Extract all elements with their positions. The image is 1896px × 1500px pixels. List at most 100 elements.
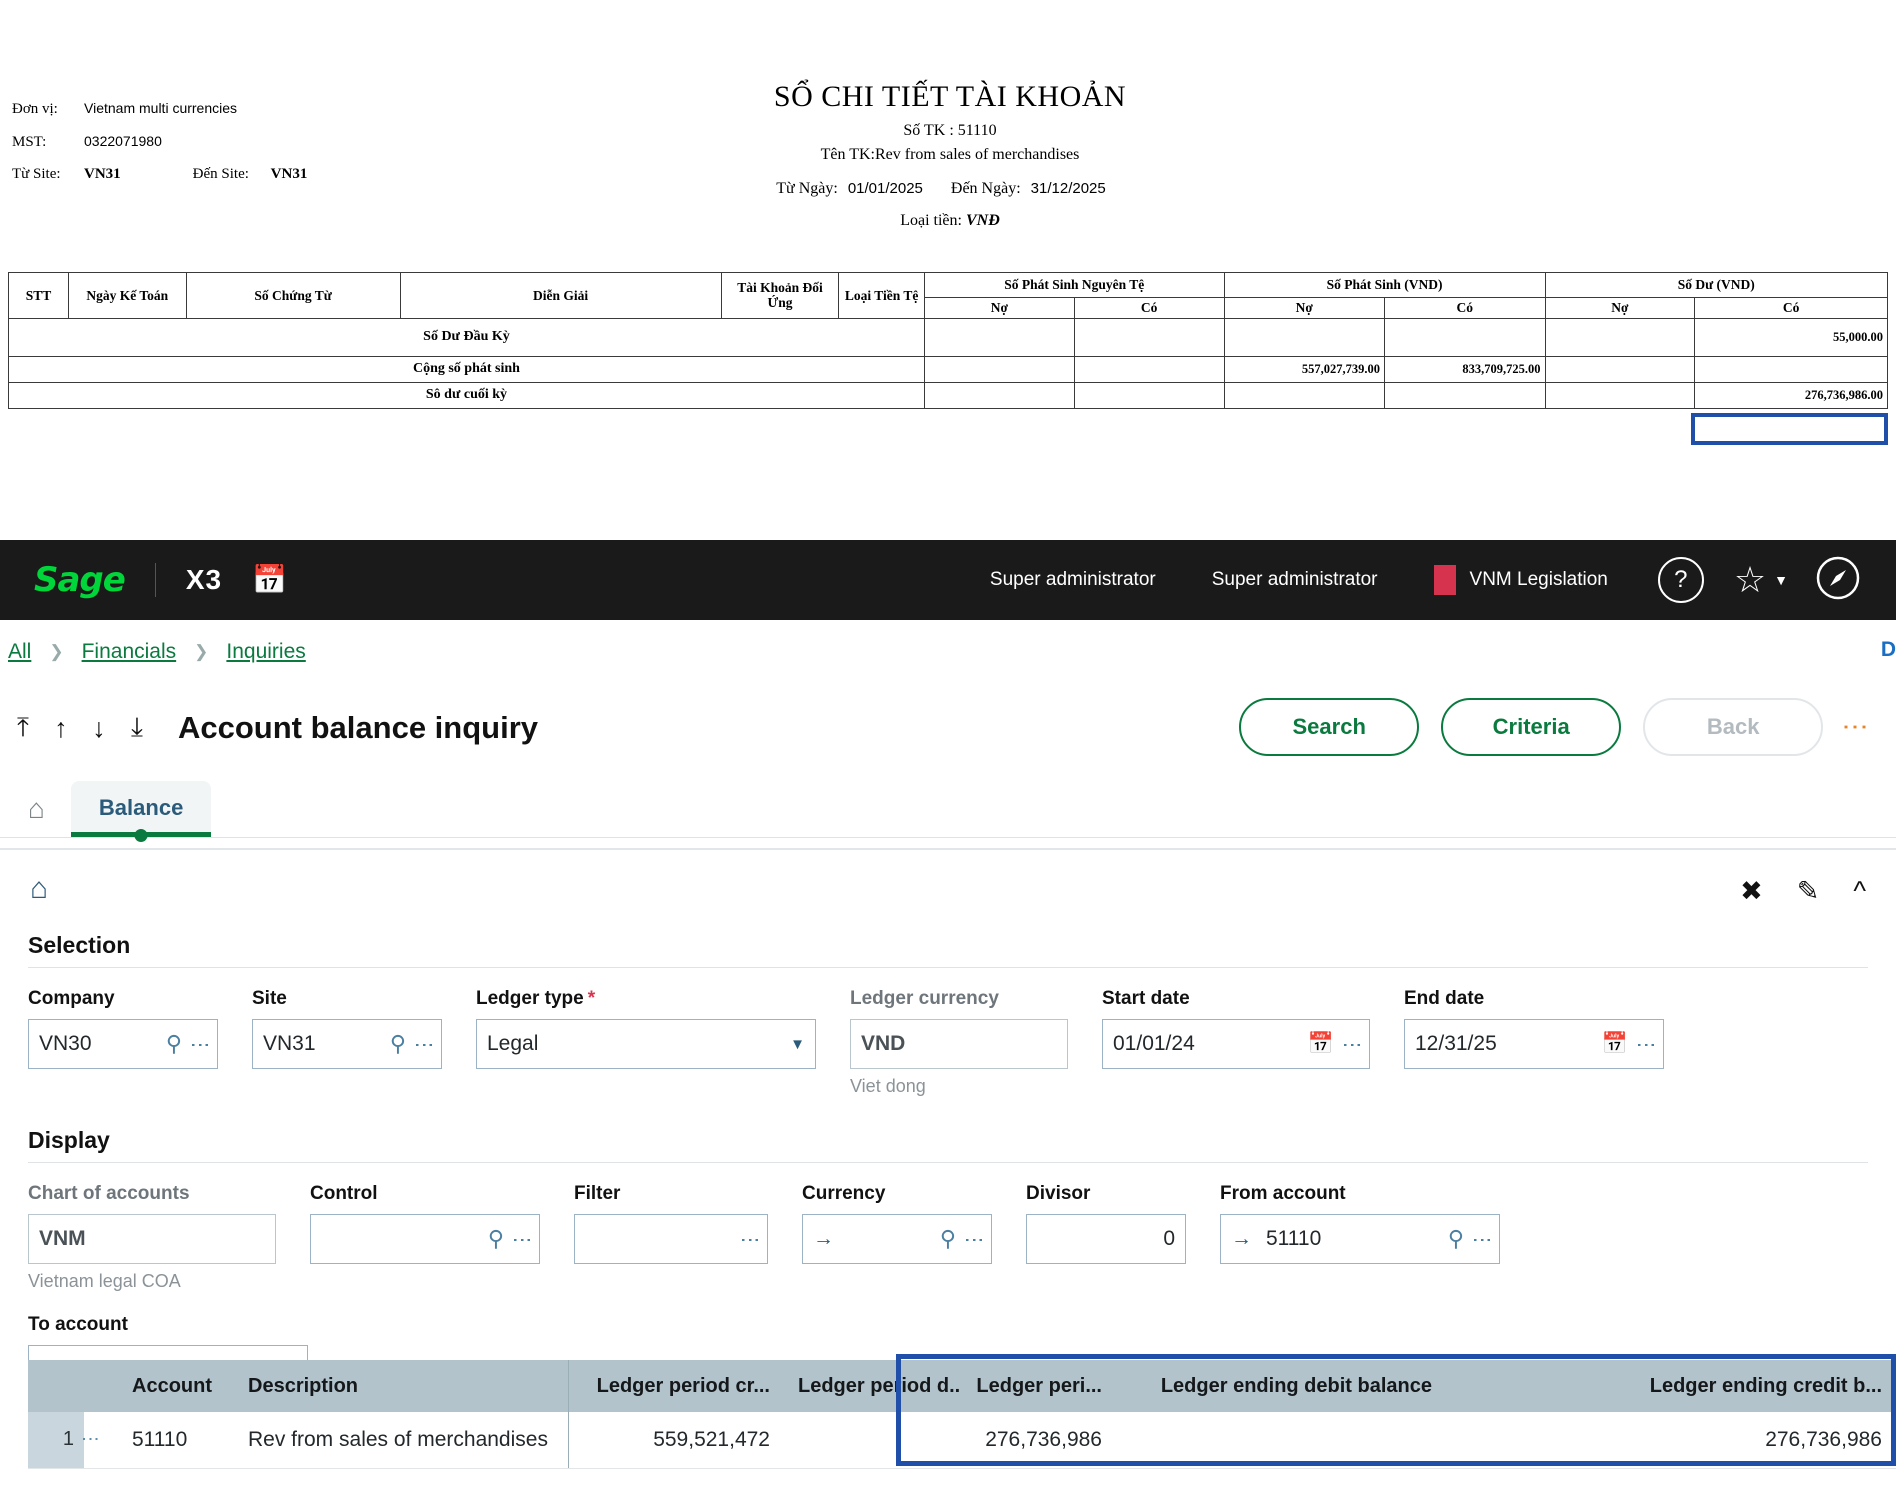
- report-col-orig-credit: Có: [1073, 297, 1225, 319]
- report-cell-bal-debit: [1544, 381, 1696, 409]
- report-col-currency-type: Loại Tiền Tệ: [838, 272, 925, 319]
- end-date-input[interactable]: 12/31/25 📅 ⋮: [1404, 1019, 1664, 1069]
- table-row[interactable]: 1 ⋮ 51110 Rev from sales of merchandises…: [28, 1412, 1896, 1469]
- help-icon[interactable]: ?: [1657, 557, 1704, 603]
- field-site: Site VN31 ⚲ ⋮: [252, 988, 442, 1069]
- end-date-value: 12/31/25: [1415, 1032, 1497, 1055]
- currency-input[interactable]: → ⚲ ⋮: [802, 1214, 992, 1264]
- report-cell-orig-credit: [1073, 355, 1225, 383]
- report-meta-block: Đơn vị: Vietnam multi currencies MST: 03…: [12, 100, 307, 199]
- site-label: Site: [252, 988, 287, 1009]
- calendar-icon[interactable]: 📅: [1602, 1032, 1628, 1056]
- tab-balance[interactable]: Balance: [70, 781, 212, 842]
- nav-last-icon[interactable]: ⤓: [118, 712, 156, 744]
- arrow-right-icon: →: [813, 1227, 834, 1250]
- pin-icon[interactable]: ✖: [1740, 876, 1763, 907]
- currency-menu-icon[interactable]: ⋮: [963, 1230, 985, 1248]
- criteria-button[interactable]: Criteria: [1441, 698, 1622, 756]
- from-account-menu-icon[interactable]: ⋮: [1471, 1230, 1493, 1248]
- more-actions-icon[interactable]: ⋮: [1841, 714, 1871, 740]
- search-icon[interactable]: ⚲: [940, 1226, 956, 1252]
- results-col-ledger-period-balance[interactable]: Ledger peri...: [960, 1360, 1116, 1412]
- report-title-block: SỔ CHI TIẾT TÀI KHOẢN Số TK : 51110 Tên …: [600, 80, 1300, 230]
- report-row-label: Số Dư Đầu Kỳ: [8, 317, 925, 357]
- favorites-star-icon[interactable]: ☆: [1734, 562, 1766, 598]
- report-unit-value: Vietnam multi currencies: [84, 100, 238, 116]
- field-currency: Currency → ⚲ ⋮: [802, 1183, 992, 1264]
- report-row-label: Sô dư cuối kỳ: [8, 381, 925, 409]
- report-row-closing-balance: Sô dư cuối kỳ 276,736,986.00: [8, 381, 1888, 409]
- company-menu-icon[interactable]: ⋮: [189, 1035, 211, 1053]
- breadcrumb-item-inquiries[interactable]: Inquiries: [220, 640, 311, 664]
- results-col-ledger-ending-debit[interactable]: Ledger ending debit balance: [1116, 1360, 1446, 1412]
- filter-menu-icon[interactable]: ⋮: [739, 1230, 761, 1248]
- compass-icon[interactable]: [1814, 554, 1862, 607]
- search-button[interactable]: Search: [1239, 698, 1420, 756]
- site-input[interactable]: VN31 ⚲ ⋮: [252, 1019, 442, 1069]
- control-menu-icon[interactable]: ⋮: [511, 1230, 533, 1248]
- chart-of-accounts-input: VNM: [28, 1214, 276, 1264]
- calendar-icon[interactable]: 📅: [1308, 1032, 1334, 1056]
- chevron-down-icon[interactable]: ▼: [1774, 572, 1788, 588]
- company-value: VN30: [39, 1032, 92, 1055]
- user-name-1[interactable]: Super administrator: [962, 569, 1184, 591]
- card-home-icon[interactable]: ⌂: [28, 850, 1868, 906]
- report-col-voucher: Số Chứng Từ: [185, 272, 401, 319]
- results-col-ledger-ending-credit[interactable]: Ledger ending credit b...: [1446, 1360, 1896, 1412]
- nav-first-icon[interactable]: ⤒: [4, 712, 42, 744]
- tab-active-dot: [134, 829, 148, 842]
- end-date-menu-icon[interactable]: ⋮: [1635, 1035, 1657, 1053]
- back-button[interactable]: Back: [1643, 698, 1824, 756]
- search-icon[interactable]: ⚲: [166, 1031, 182, 1057]
- ledger-currency-hint: Viet dong: [850, 1076, 926, 1096]
- company-input[interactable]: VN30 ⚲ ⋮: [28, 1019, 218, 1069]
- calendar-icon[interactable]: 📅: [252, 566, 287, 594]
- report-cell-orig-debit: [923, 317, 1075, 357]
- search-icon[interactable]: ⚲: [1448, 1226, 1464, 1252]
- required-asterisk: *: [587, 988, 596, 1009]
- results-col-description[interactable]: Description: [234, 1360, 568, 1412]
- chevron-down-icon[interactable]: ▼: [790, 1036, 805, 1053]
- tab-home-icon[interactable]: ⌂: [28, 793, 45, 825]
- site-menu-icon[interactable]: ⋮: [413, 1035, 435, 1053]
- report-cell-bal-debit: [1544, 355, 1696, 383]
- filter-input[interactable]: ⋮: [574, 1214, 768, 1264]
- search-icon[interactable]: ⚲: [488, 1226, 504, 1252]
- start-date-menu-icon[interactable]: ⋮: [1341, 1035, 1363, 1053]
- logo-divider: [154, 563, 156, 597]
- chevron-up-icon[interactable]: ^: [1853, 876, 1866, 907]
- row-ledger-period-credit: 559,521,472: [567, 1412, 784, 1469]
- from-account-input[interactable]: → 51110 ⚲ ⋮: [1220, 1214, 1500, 1264]
- report-tax-value: 0322071980: [84, 133, 162, 149]
- report-table: STT Ngày Kế Toán Số Chứng Từ Diễn Giải T…: [8, 272, 1889, 409]
- control-input[interactable]: ⚲ ⋮: [310, 1214, 540, 1264]
- report-currency-label: Loại tiền:: [900, 212, 962, 229]
- row-account: 51110: [118, 1412, 234, 1469]
- report-cell-vnd-debit: [1223, 317, 1386, 357]
- report-cell-bal-credit: [1694, 355, 1888, 383]
- field-divisor: Divisor 0: [1026, 1183, 1186, 1264]
- breadcrumb-item-all[interactable]: All: [2, 640, 37, 664]
- sage-logo[interactable]: Sage: [34, 560, 126, 600]
- divisor-input[interactable]: 0: [1026, 1214, 1186, 1264]
- pencil-icon[interactable]: ✎: [1797, 876, 1820, 907]
- nav-previous-icon[interactable]: ↑: [42, 713, 80, 744]
- ledger-type-label-text: Ledger type: [476, 988, 584, 1009]
- user-name-2[interactable]: Super administrator: [1184, 569, 1406, 591]
- ledger-type-select[interactable]: Legal ▼: [476, 1019, 816, 1069]
- search-icon[interactable]: ⚲: [390, 1031, 406, 1057]
- report-date-from-value: 01/01/2025: [847, 180, 923, 197]
- results-grid: Account Description Ledger period cr... …: [28, 1360, 1896, 1469]
- selection-section-title: Selection: [28, 932, 131, 958]
- report-cell-vnd-debit: 557,027,739.00: [1223, 355, 1386, 383]
- nav-next-icon[interactable]: ↓: [80, 713, 118, 744]
- start-date-input[interactable]: 01/01/24 📅 ⋮: [1102, 1019, 1370, 1069]
- results-col-account[interactable]: Account: [118, 1360, 234, 1412]
- breadcrumb-item-financials[interactable]: Financials: [76, 640, 183, 664]
- results-col-ledger-period-credit[interactable]: Ledger period cr...: [567, 1360, 784, 1412]
- to-account-label: To account: [28, 1314, 128, 1335]
- results-col-ledger-period-debit[interactable]: Ledger period d...: [784, 1360, 960, 1412]
- row-menu-icon[interactable]: ⋮: [81, 1412, 118, 1469]
- site-value: VN31: [263, 1032, 316, 1055]
- legislation-selector[interactable]: VNM Legislation: [1406, 565, 1636, 595]
